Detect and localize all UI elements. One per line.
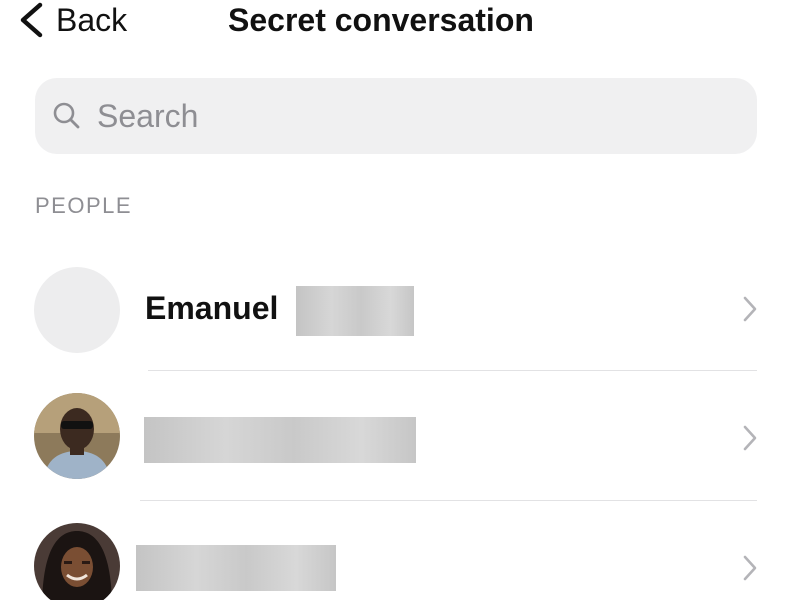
chevron-right-icon <box>743 555 757 581</box>
redacted-name <box>136 545 336 591</box>
search-input[interactable] <box>97 94 697 138</box>
page-title: Secret conversation <box>228 2 534 38</box>
list-item[interactable] <box>0 371 792 499</box>
chevron-left-icon <box>20 2 43 38</box>
back-button[interactable]: Back <box>16 0 127 40</box>
section-header-people: PEOPLE <box>35 193 133 218</box>
chevron-right-icon <box>743 296 757 322</box>
secret-conversation-screen: Back Secret conversation PEOPLE Emanuel <box>0 0 792 600</box>
redacted-surname <box>296 286 414 336</box>
avatar <box>34 393 120 479</box>
search-icon <box>53 102 80 129</box>
search-bar[interactable] <box>35 78 757 154</box>
back-label: Back <box>56 2 128 38</box>
contact-name: Emanuel <box>145 290 279 326</box>
chevron-right-icon <box>743 425 757 451</box>
list-item[interactable]: Emanuel <box>0 262 792 370</box>
avatar <box>34 523 120 600</box>
avatar-placeholder <box>34 267 120 353</box>
avatar-photo <box>34 393 120 479</box>
list-item[interactable] <box>0 501 792 600</box>
navigation-bar: Back Secret conversation <box>0 0 792 44</box>
redacted-name <box>144 417 416 463</box>
avatar-photo <box>34 523 120 600</box>
